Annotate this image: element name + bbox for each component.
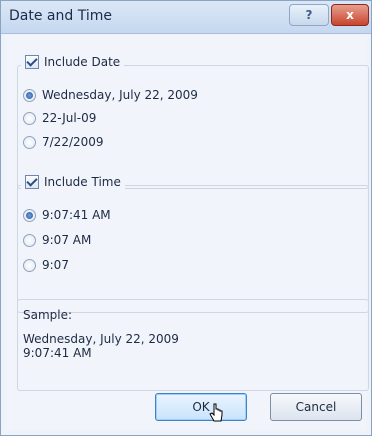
time-format-radio-medium[interactable]: 9:07 AM bbox=[23, 233, 91, 247]
date-group-box bbox=[17, 65, 369, 189]
cancel-button[interactable]: Cancel bbox=[270, 393, 362, 421]
time-format-radio-short[interactable]: 9:07 bbox=[23, 258, 69, 272]
dialog-body: Include Date Wednesday, July 22, 2009 22… bbox=[5, 35, 369, 431]
close-button[interactable]: x bbox=[331, 4, 369, 26]
date-format-label: 22-Jul-09 bbox=[42, 111, 97, 125]
sample-label: Sample: bbox=[23, 308, 73, 322]
date-format-label: Wednesday, July 22, 2009 bbox=[42, 88, 198, 102]
radio-unselected-icon bbox=[23, 258, 36, 272]
hand-cursor-icon bbox=[209, 403, 223, 422]
help-button[interactable]: ? bbox=[289, 4, 329, 26]
radio-selected-icon bbox=[23, 208, 36, 222]
radio-unselected-icon bbox=[23, 135, 36, 149]
date-format-label: 7/22/2009 bbox=[42, 135, 104, 149]
radio-unselected-icon bbox=[23, 111, 36, 125]
date-format-radio-long[interactable]: Wednesday, July 22, 2009 bbox=[23, 88, 198, 102]
include-date-label: Include Date bbox=[44, 55, 121, 69]
include-time-checkbox[interactable]: Include Time bbox=[21, 175, 125, 189]
radio-selected-icon bbox=[23, 88, 36, 102]
help-icon: ? bbox=[305, 8, 313, 22]
date-time-dialog: Date and Time ? x Include Date Wednesday… bbox=[0, 0, 372, 436]
checkbox-checked-icon bbox=[25, 55, 39, 69]
include-time-label: Include Time bbox=[44, 175, 121, 189]
ok-button[interactable]: OK bbox=[155, 393, 247, 421]
sample-preview-text: Wednesday, July 22, 2009 9:07:41 AM bbox=[23, 332, 179, 360]
time-format-label: 9:07 bbox=[42, 258, 69, 272]
date-format-radio-short[interactable]: 7/22/2009 bbox=[23, 135, 104, 149]
radio-unselected-icon bbox=[23, 233, 36, 247]
time-format-radio-long[interactable]: 9:07:41 AM bbox=[23, 208, 111, 222]
close-icon: x bbox=[346, 8, 354, 22]
dialog-title: Date and Time bbox=[9, 8, 112, 24]
checkbox-checked-icon bbox=[25, 175, 39, 189]
time-format-label: 9:07:41 AM bbox=[42, 208, 111, 222]
title-bar[interactable]: Date and Time ? x bbox=[1, 1, 371, 34]
include-date-checkbox[interactable]: Include Date bbox=[21, 55, 125, 69]
time-group-box bbox=[17, 185, 369, 313]
date-format-radio-medium[interactable]: 22-Jul-09 bbox=[23, 111, 96, 125]
time-format-label: 9:07 AM bbox=[42, 233, 92, 247]
